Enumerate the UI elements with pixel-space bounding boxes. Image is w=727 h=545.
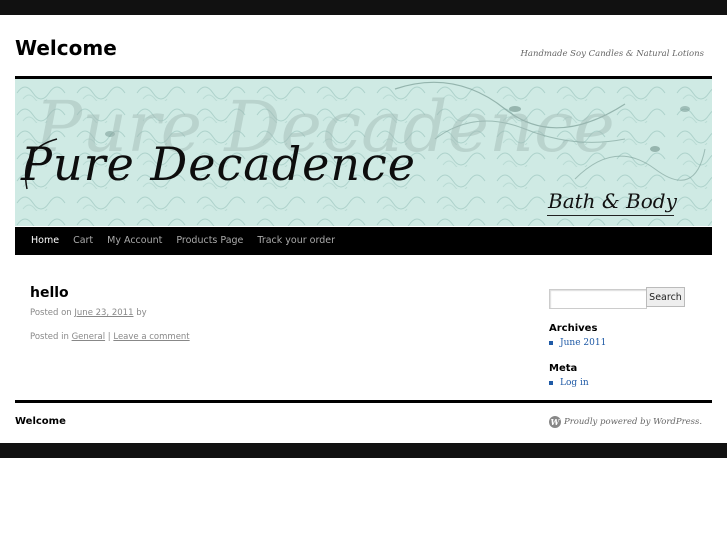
search-input[interactable] bbox=[549, 289, 647, 309]
posted-in-label: Posted in bbox=[30, 332, 69, 342]
archives-title: Archives bbox=[549, 323, 598, 334]
site-title[interactable]: Welcome bbox=[15, 36, 117, 60]
bottom-bar bbox=[0, 443, 727, 458]
banner-subtitle: Bath & Body bbox=[548, 189, 677, 213]
site-tagline: Handmade Soy Candles & Natural Lotions bbox=[520, 49, 704, 59]
footer-site-title[interactable]: Welcome bbox=[15, 416, 66, 427]
nav-item-products-page[interactable]: Products Page bbox=[169, 227, 250, 255]
post-footer-meta: Posted in General | Leave a comment bbox=[30, 332, 190, 342]
leave-comment-link[interactable]: Leave a comment bbox=[113, 332, 189, 342]
banner-title: Pure Decadence bbox=[21, 137, 416, 191]
archives-list-item: June 2011 bbox=[549, 338, 606, 348]
powered-by-text: Proudly powered by WordPress. bbox=[564, 417, 703, 427]
bullet-icon bbox=[549, 381, 553, 385]
banner-subtitle-underline bbox=[547, 215, 674, 216]
meta-separator: | bbox=[107, 332, 111, 342]
footer-divider bbox=[15, 400, 712, 403]
nav-item-home[interactable]: Home bbox=[15, 227, 66, 255]
search-button[interactable]: Search bbox=[646, 287, 685, 307]
post-date-link[interactable]: June 23, 2011 bbox=[74, 308, 133, 318]
nav-item-cart[interactable]: Cart bbox=[66, 227, 100, 255]
meta-list-item: Log in bbox=[549, 378, 589, 388]
nav-item-track-order[interactable]: Track your order bbox=[250, 227, 342, 255]
meta-title: Meta bbox=[549, 363, 578, 374]
archive-link-june-2011[interactable]: June 2011 bbox=[560, 338, 606, 348]
bullet-icon bbox=[549, 341, 553, 345]
posted-on-label: Posted on bbox=[30, 308, 72, 318]
nav-item-my-account[interactable]: My Account bbox=[100, 227, 169, 255]
header-banner: Pure Decadence Pure Decadence Bath & Bod… bbox=[15, 79, 712, 226]
post-title[interactable]: hello bbox=[30, 285, 69, 301]
powered-by[interactable]: W Proudly powered by WordPress. bbox=[549, 416, 702, 428]
posted-by-label: by bbox=[136, 308, 147, 318]
main-navigation: Home Cart My Account Products Page Track… bbox=[15, 227, 712, 255]
top-bar bbox=[0, 0, 727, 15]
login-link[interactable]: Log in bbox=[560, 378, 589, 388]
post-meta: Posted on June 23, 2011 by bbox=[30, 308, 147, 318]
category-link[interactable]: General bbox=[72, 332, 106, 342]
wordpress-icon: W bbox=[549, 416, 561, 428]
